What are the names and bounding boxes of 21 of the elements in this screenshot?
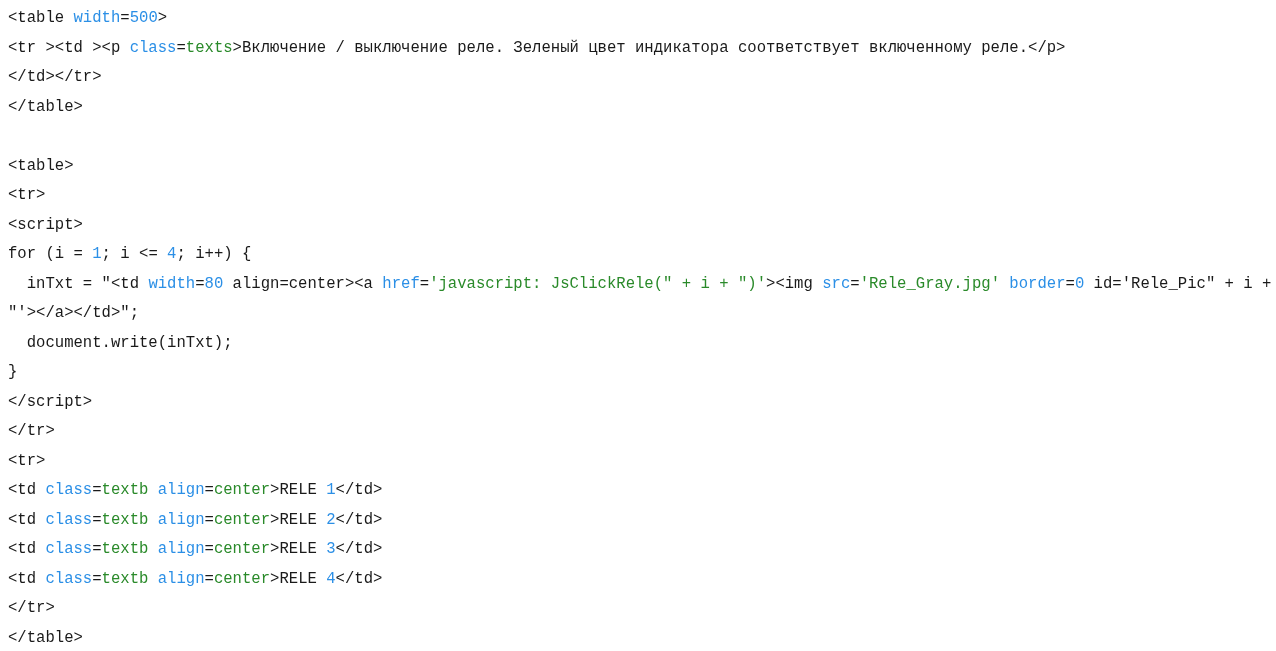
code-line: for (i = 1; i <= 4; i++) { xyxy=(8,245,252,263)
code-line: <script> xyxy=(8,215,83,234)
code-line: <td class=textb align=center>RELE 1</td> xyxy=(8,481,383,499)
code-line: <td class=textb align=center>RELE 4</td> xyxy=(8,569,383,588)
code-line: </script> xyxy=(8,392,93,411)
code-line: </table> xyxy=(8,97,83,116)
code-line: <tr ><td ><p class=texts>Включение / выключение реле. Зеленый цвет индикатора соответствует включенному реле.</p> xyxy=(8,38,1066,57)
code-line: <table> xyxy=(8,156,74,175)
code-line: document.write(inTxt); xyxy=(25,333,233,352)
code-line: } xyxy=(8,363,18,381)
code-line: <tr> xyxy=(8,186,46,204)
code-line: <table width=500> xyxy=(8,9,168,27)
code-line: </tr> xyxy=(8,599,55,617)
code-line: "'></a></td>"; xyxy=(8,304,139,322)
code-line: </table> xyxy=(8,628,83,647)
code-line: </tr> xyxy=(8,422,55,440)
code-line: <tr> xyxy=(8,451,46,470)
code-line: </td></tr> xyxy=(8,68,102,86)
code-line: inTxt = "<td width=80 align=center><a href='javascript: JsClickRele(" + i + ")'><img src='Rele_Gray.jpg' border=0 id='Rele_Pic" + i + xyxy=(25,274,1272,293)
code-line: <td class=textb align=center>RELE 2</td> xyxy=(8,510,383,529)
code-line: <td class=textb align=center>RELE 3</td> xyxy=(8,540,383,558)
